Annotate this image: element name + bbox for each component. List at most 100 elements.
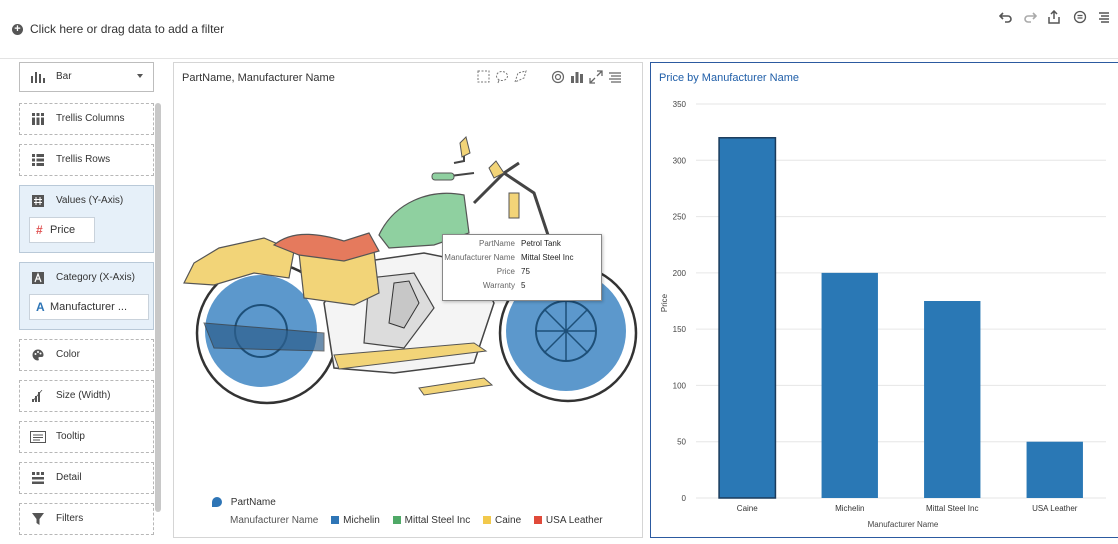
filters-label: Filters [56, 513, 84, 524]
price-pill[interactable]: # Price [29, 217, 95, 243]
chart-type-icon[interactable] [570, 70, 584, 84]
redo-icon[interactable] [1022, 10, 1038, 26]
tooltip-key: Warranty [482, 281, 515, 290]
legend-swatch-caine [483, 516, 491, 525]
front-reflector-caine[interactable] [508, 192, 520, 219]
trellis-rows-label: Trellis Rows [56, 154, 111, 165]
trellis-columns-icon [32, 113, 44, 125]
legend-swatch-mittal [392, 516, 401, 525]
freeform-select-icon[interactable] [514, 70, 528, 84]
map-layer-icon[interactable] [551, 70, 565, 84]
attribute-icon [32, 272, 44, 284]
maximize-icon[interactable] [589, 70, 603, 84]
exhaust-lower-caine[interactable] [418, 377, 494, 396]
x-axis-ticks: Caine Michelin Mittal Steel Inc USA Leather [737, 504, 1078, 513]
tooltip-key: PartName [478, 239, 515, 248]
bar-chart[interactable]: 0 50 100 150 200 250 300 350 Caine Michelin Mitta… [651, 63, 1118, 537]
price-pill-label: Price [50, 224, 76, 236]
y-tick-label: 150 [673, 325, 687, 334]
tooltip-value: 5 [521, 281, 526, 290]
lasso-select-icon[interactable] [495, 70, 509, 84]
left-pane-scrollbar[interactable] [155, 103, 161, 512]
size-dropzone[interactable]: Size (Width) [19, 380, 154, 412]
category-x-axis-label: Category (X-Axis) [56, 272, 135, 283]
tooltip-value: Petrol Tank [521, 239, 561, 248]
legend-swatch-michelin [331, 516, 340, 525]
trellis-columns-dropzone[interactable]: Trellis Columns [19, 103, 154, 135]
rectangle-select-icon[interactable] [477, 70, 491, 84]
color-dropzone[interactable]: Color [19, 339, 154, 371]
tooltip-key: Price [496, 267, 515, 276]
mirror-caine[interactable] [459, 136, 471, 158]
x-tick-label: Mittal Steel Inc [926, 504, 978, 513]
values-y-axis-dropzone[interactable]: Values (Y-Axis) # Price [19, 185, 154, 253]
y-tick-label: 200 [673, 269, 687, 278]
size-icon [32, 390, 43, 402]
palette-icon [32, 349, 44, 361]
panel-menu-icon[interactable] [608, 70, 622, 84]
front-spokes [536, 301, 596, 361]
trellis-rows-dropzone[interactable]: Trellis Rows [19, 144, 154, 176]
tooltip-icon [30, 431, 46, 443]
legend-colors: Manufacturer Name Michelin Mittal Steel … [230, 515, 603, 526]
tooltip-label: Tooltip [56, 431, 85, 442]
numeric-measure-icon: # [36, 223, 43, 237]
legend-item[interactable]: Caine [495, 515, 521, 526]
x-tick-label: Caine [737, 504, 758, 513]
detail-label: Detail [56, 472, 82, 483]
x-tick-label: USA Leather [1032, 504, 1078, 513]
bars [718, 137, 1083, 499]
hover-tooltip: PartName Petrol Tank Manufacturer Name Mit… [442, 234, 602, 301]
menu-icon[interactable] [1096, 10, 1112, 26]
chart-type-label: Bar [56, 71, 72, 82]
y-tick-label: 0 [682, 494, 687, 503]
y-tick-label: 100 [673, 381, 687, 390]
legend-item[interactable]: Mittal Steel Inc [405, 515, 471, 526]
share-icon[interactable] [1046, 9, 1062, 26]
legend-item[interactable]: Michelin [343, 515, 380, 526]
tooltip-key: Manufacturer Name [444, 253, 515, 262]
handlebar-grip-mittal-steel[interactable] [431, 172, 455, 181]
add-filter-icon[interactable]: + [12, 24, 23, 35]
comment-icon[interactable] [1072, 10, 1088, 26]
chart-type-select[interactable]: Bar [19, 62, 154, 92]
detail-dropzone[interactable]: Detail [19, 462, 154, 494]
attribute-a-icon: A [36, 300, 45, 314]
y-axis-label: Price [660, 293, 669, 312]
x-tick-label: Michelin [835, 504, 864, 513]
image-chart-panel[interactable]: PartName, Manufacturer Name PartName Pet… [173, 62, 643, 538]
tooltip-value: Mittal Steel Inc [521, 253, 574, 262]
detail-icon [32, 472, 44, 484]
x-axis-label: Manufacturer Name [868, 520, 939, 529]
undo-icon[interactable] [998, 10, 1014, 26]
funnel-icon [32, 513, 44, 525]
trellis-columns-label: Trellis Columns [56, 113, 125, 124]
bar-mittal-steel-inc[interactable] [924, 301, 981, 498]
legend-color-label: Manufacturer Name [230, 515, 319, 526]
filter-bar-text[interactable]: Click here or drag data to add a filter [30, 22, 224, 36]
legend-item[interactable]: USA Leather [546, 515, 603, 526]
category-x-axis-dropzone[interactable]: Category (X-Axis) A Manufacturer ... [19, 262, 154, 330]
bar-usa-leather[interactable] [1026, 441, 1083, 498]
y-tick-label: 350 [673, 100, 687, 109]
size-label: Size (Width) [56, 390, 111, 401]
filters-dropzone[interactable]: Filters [19, 503, 154, 535]
image-chart-title: PartName, Manufacturer Name [182, 72, 335, 84]
bar-caine[interactable] [718, 137, 777, 499]
chevron-down-icon[interactable] [137, 74, 143, 78]
manufacturer-pill[interactable]: A Manufacturer ... [29, 294, 149, 320]
values-y-axis-label: Values (Y-Axis) [56, 195, 124, 206]
motorcycle-image[interactable] [174, 133, 642, 473]
bar-michelin[interactable] [821, 272, 878, 498]
bar-chart-panel[interactable]: Price by Manufacturer Name 0 50 100 150 200 2… [650, 62, 1118, 538]
y-tick-label: 300 [673, 156, 687, 165]
tooltip-value: 75 [521, 267, 530, 276]
filter-bar[interactable]: + Click here or drag data to add a filte… [0, 0, 1118, 59]
legend-swatch-usa-leather [533, 516, 542, 525]
trellis-rows-icon [32, 154, 44, 166]
y-axis-ticks: 0 50 100 150 200 250 300 350 [673, 100, 687, 503]
y-tick-label: 50 [677, 438, 686, 447]
numeric-icon [32, 195, 44, 207]
tooltip-dropzone[interactable]: Tooltip [19, 421, 154, 453]
manufacturer-pill-label: Manufacturer ... [50, 301, 128, 313]
